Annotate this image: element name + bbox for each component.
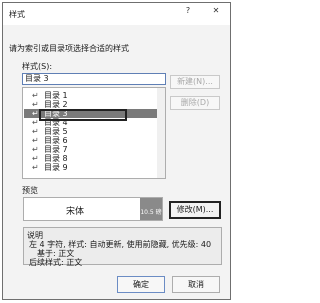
description-line: 后续样式: 正文 (29, 258, 83, 267)
paragraph-mark-icon: ↵ (32, 100, 39, 109)
list-item[interactable]: ↵ 目录 4 (24, 118, 164, 127)
help-icon[interactable]: ? (180, 5, 196, 17)
ok-button[interactable]: 确定 (117, 276, 165, 293)
preview-label: 预览 (22, 186, 38, 195)
paragraph-mark-icon: ↵ (32, 91, 39, 100)
list-item-label: 目录 8 (44, 154, 68, 163)
list-item-label: 目录 4 (44, 118, 68, 127)
paragraph-mark-icon: ↵ (32, 118, 39, 127)
styles-label: 样式(S): (22, 62, 53, 71)
instruction-text: 请为索引或目录项选择合适的样式 (9, 44, 129, 53)
list-item[interactable]: ↵ 目录 7 (24, 145, 164, 154)
list-scrollbar[interactable] (157, 88, 165, 178)
preview-box: 宋体 10.5 磅 (23, 197, 163, 221)
list-item-label: 目录 6 (44, 136, 68, 145)
preview-font-name: 宋体 (66, 207, 85, 217)
paragraph-mark-icon: ↵ (32, 109, 39, 118)
paragraph-mark-icon: ↵ (32, 145, 39, 154)
paragraph-mark-icon: ↵ (32, 154, 39, 163)
title-bar: 样式 ? ✕ (3, 3, 230, 25)
cancel-button[interactable]: 取消 (172, 276, 220, 293)
list-item-label: 目录 2 (44, 100, 68, 109)
list-item-label: 目录 9 (44, 163, 68, 172)
delete-style-button[interactable]: 删除(D) (170, 96, 220, 110)
paragraph-mark-icon: ↵ (32, 127, 39, 136)
list-item-label: 目录 1 (44, 91, 68, 100)
list-item[interactable]: ↵ 目录 6 (24, 136, 164, 145)
style-list[interactable]: ↵ 目录 1 ↵ 目录 2 ↵ 目录 3 ↵ 目录 4 ↵ 目录 5 ↵ 目录 6 ↵ 目录 … (22, 87, 166, 179)
new-style-button[interactable]: 新建(N)... (170, 75, 220, 89)
paragraph-mark-icon: ↵ (32, 163, 39, 172)
list-item[interactable]: ↵ 目录 9 (24, 163, 164, 172)
list-item[interactable]: ↵ 目录 2 (24, 100, 164, 109)
paragraph-mark-icon: ↵ (32, 136, 39, 145)
list-item[interactable]: ↵ 目录 5 (24, 127, 164, 136)
style-dialog: 样式 ? ✕ 请为索引或目录项选择合适的样式 样式(S): 目录 3 ↵ 目录 1… (2, 2, 231, 300)
list-item[interactable]: ↵ 目录 8 (24, 154, 164, 163)
style-name-field[interactable]: 目录 3 (22, 73, 166, 85)
list-item[interactable]: ↵ 目录 1 (24, 91, 164, 100)
preview-font-size: 10.5 磅 (140, 198, 162, 220)
list-item-label: 目录 3 (44, 109, 68, 118)
dialog-title: 样式 (9, 10, 25, 19)
list-item-label: 目录 7 (44, 145, 68, 154)
list-item-label: 目录 5 (44, 127, 68, 136)
modify-button[interactable]: 修改(M)... (169, 201, 221, 219)
close-icon[interactable]: ✕ (208, 5, 224, 17)
list-item-selected[interactable]: ↵ 目录 3 (24, 109, 164, 118)
description-box: 说明 左 4 字符, 样式: 自动更新, 使用前隐藏, 优先级: 40 基于: … (23, 227, 222, 267)
